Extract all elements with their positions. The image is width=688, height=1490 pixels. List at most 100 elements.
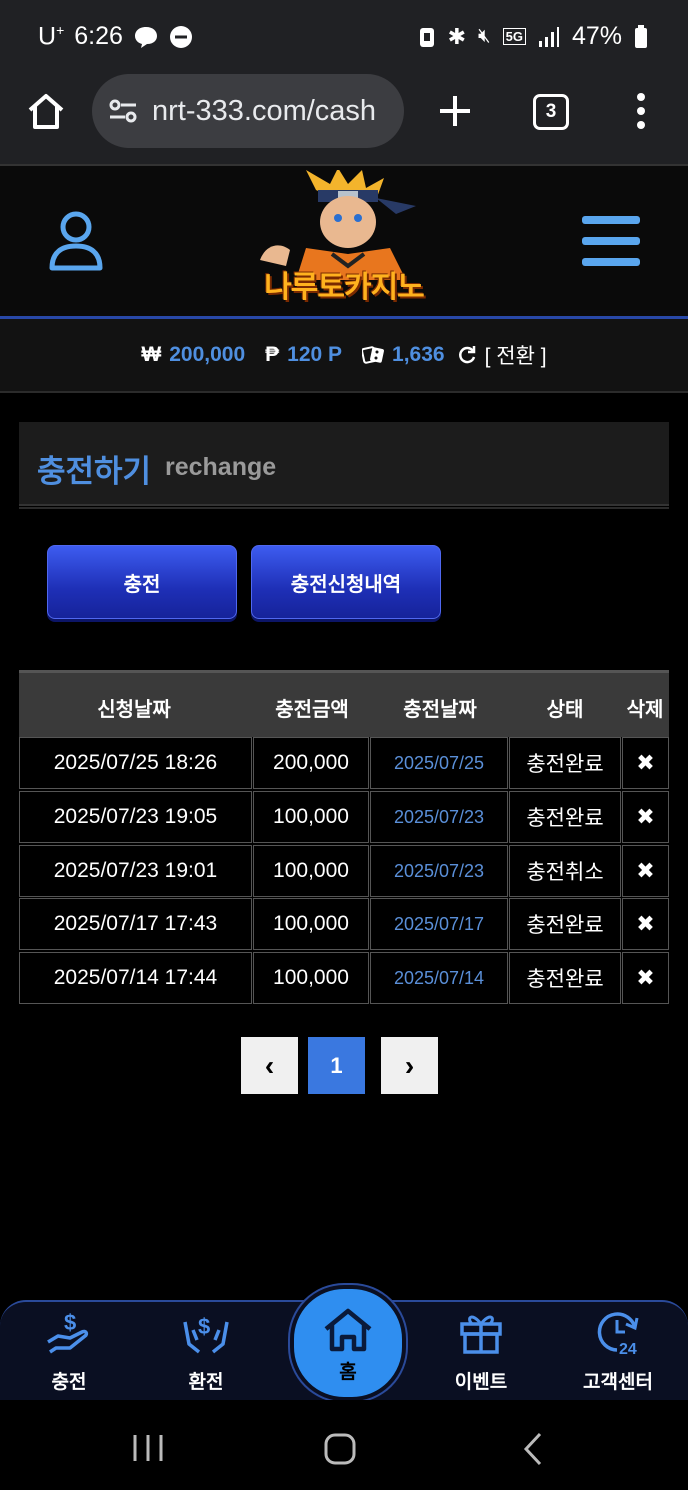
- system-nav-bar: [0, 1400, 688, 1490]
- exchange-icon: $: [183, 1314, 229, 1354]
- charge-date-cell: 2025/07/23: [370, 791, 508, 843]
- table-row: 2025/07/14 17:44 100,000 2025/07/14 충전완료…: [19, 952, 669, 1004]
- carrier-text: U: [38, 22, 57, 51]
- charge-date-cell: 2025/07/25: [370, 737, 508, 789]
- gift-icon: [460, 1315, 502, 1354]
- system-home-icon[interactable]: [324, 1433, 356, 1465]
- won-symbol: ₩: [141, 343, 162, 366]
- status-right: ✱ 🔇︎ 5G 47%: [418, 22, 648, 51]
- svg-text:$: $: [64, 1310, 76, 1335]
- col-request-date: 신청날짜: [97, 699, 171, 721]
- nav-support-label: 고객센터: [583, 1372, 653, 1393]
- signal-icon: [538, 26, 559, 47]
- site-header: 나루토카지노: [0, 166, 688, 319]
- tab-switcher-button[interactable]: 3: [533, 94, 569, 130]
- charge-date-cell: 2025/07/23: [370, 845, 508, 897]
- table-header: 신청날짜 충전금액 충전날짜 상태 삭제: [19, 670, 669, 737]
- page-subtitle: rechange: [165, 453, 277, 481]
- convert-button[interactable]: [ 전환 ]: [485, 340, 547, 370]
- delete-icon[interactable]: ✖: [622, 791, 669, 843]
- next-page-button[interactable]: ›: [381, 1037, 438, 1094]
- home-icon: [324, 1308, 372, 1352]
- amount-cell: 100,000: [253, 845, 369, 897]
- charge-button[interactable]: 충전: [47, 545, 237, 619]
- svg-text:$: $: [198, 1314, 210, 1339]
- point-balance: 120 P: [287, 343, 343, 366]
- refresh-icon[interactable]: [457, 345, 477, 365]
- charge-history-button[interactable]: 충전신청내역: [251, 545, 441, 619]
- request-date-cell: 2025/07/14 17:44: [19, 952, 252, 1004]
- won-balance: 200,000: [169, 343, 246, 366]
- request-date-cell: 2025/07/23 19:05: [19, 791, 252, 843]
- hamburger-menu-icon[interactable]: [582, 216, 640, 266]
- balance-bar: ₩ 200,000 ₱ 120 P 1,636 [ 전환 ]: [0, 319, 688, 393]
- site-logo[interactable]: 나루토카지노: [246, 168, 442, 312]
- carrier: U+: [38, 22, 64, 51]
- delete-icon[interactable]: ✖: [622, 898, 669, 950]
- home-icon[interactable]: [26, 92, 66, 130]
- address-bar[interactable]: nrt-333.com/cash: [92, 74, 404, 148]
- charge-date-cell: 2025/07/14: [370, 952, 508, 1004]
- status-bar: U+ 6:26 ✱ 🔇︎ 5G 47%: [0, 0, 688, 72]
- table-row: 2025/07/23 19:05 100,000 2025/07/23 충전완료…: [19, 791, 669, 843]
- status-left: U+ 6:26: [38, 22, 193, 51]
- col-charge-date: 충전날짜: [403, 699, 477, 721]
- status-cell: 충전완료: [509, 791, 621, 843]
- menu-more-icon[interactable]: [634, 92, 648, 130]
- battery-icon: [635, 24, 647, 48]
- carrier-sup: +: [56, 22, 65, 38]
- url-text[interactable]: nrt-333.com/cash: [152, 95, 376, 128]
- col-status: 상태: [546, 699, 584, 721]
- logo-text: 나루토카지노: [264, 271, 425, 304]
- battery-percent: 47%: [571, 22, 622, 50]
- table-row: 2025/07/23 19:01 100,000 2025/07/23 충전취소…: [19, 845, 669, 897]
- amount-cell: 100,000: [253, 898, 369, 950]
- nav-support[interactable]: 24 고객센터: [563, 1308, 673, 1394]
- charge-date-cell: 2025/07/17: [370, 898, 508, 950]
- new-tab-icon[interactable]: [438, 94, 472, 128]
- nav-event-label: 이벤트: [454, 1372, 508, 1393]
- col-delete: 삭제: [626, 699, 664, 721]
- delete-icon[interactable]: ✖: [622, 952, 669, 1004]
- nav-home-label: 홈: [339, 1362, 357, 1383]
- nav-exchange-label: 환전: [188, 1372, 224, 1393]
- page-title: 충전하기: [37, 454, 152, 489]
- col-amount: 충전금액: [275, 699, 349, 721]
- nav-exchange[interactable]: $ 환전: [151, 1308, 261, 1394]
- user-icon[interactable]: [48, 210, 104, 272]
- recent-apps-icon[interactable]: [132, 1433, 164, 1463]
- mute-icon: 🔇︎: [478, 25, 491, 47]
- svg-text:24: 24: [619, 1341, 637, 1356]
- back-icon[interactable]: [522, 1432, 544, 1466]
- table-row: 2025/07/25 18:26 200,000 2025/07/25 충전완료…: [19, 737, 669, 789]
- nav-charge[interactable]: $ 충전: [14, 1308, 124, 1394]
- network-type: 5G: [502, 28, 526, 45]
- nav-event[interactable]: 이벤트: [426, 1308, 536, 1394]
- table-row: 2025/07/17 17:43 100,000 2025/07/17 충전완료…: [19, 898, 669, 950]
- point-symbol: ₱: [265, 343, 280, 366]
- charge-icon: $: [47, 1310, 89, 1354]
- amount-cell: 200,000: [253, 737, 369, 789]
- status-cell: 충전완료: [509, 737, 621, 789]
- status-cell: 충전완료: [509, 898, 621, 950]
- request-date-cell: 2025/07/23 19:01: [19, 845, 252, 897]
- title-divider: [19, 507, 669, 509]
- dnd-icon: [169, 25, 192, 48]
- nav-charge-label: 충전: [51, 1372, 87, 1393]
- request-date-cell: 2025/07/25 18:26: [19, 737, 252, 789]
- support-24-icon: 24: [597, 1312, 639, 1358]
- delete-icon[interactable]: ✖: [622, 737, 669, 789]
- casino-dice-icon: [362, 346, 384, 364]
- request-date-cell: 2025/07/17 17:43: [19, 898, 252, 950]
- casino-balance: 1,636: [392, 343, 445, 366]
- site-settings-icon[interactable]: [108, 99, 138, 123]
- status-cell: 충전완료: [509, 952, 621, 1004]
- amount-cell: 100,000: [253, 791, 369, 843]
- prev-page-button[interactable]: ‹: [241, 1037, 298, 1094]
- bluetooth-icon: ✱: [447, 23, 466, 49]
- nav-home[interactable]: 홈: [290, 1285, 406, 1401]
- clock: 6:26: [74, 22, 123, 51]
- status-cell: 충전취소: [509, 845, 621, 897]
- delete-icon[interactable]: ✖: [622, 845, 669, 897]
- current-page-button[interactable]: 1: [308, 1037, 365, 1094]
